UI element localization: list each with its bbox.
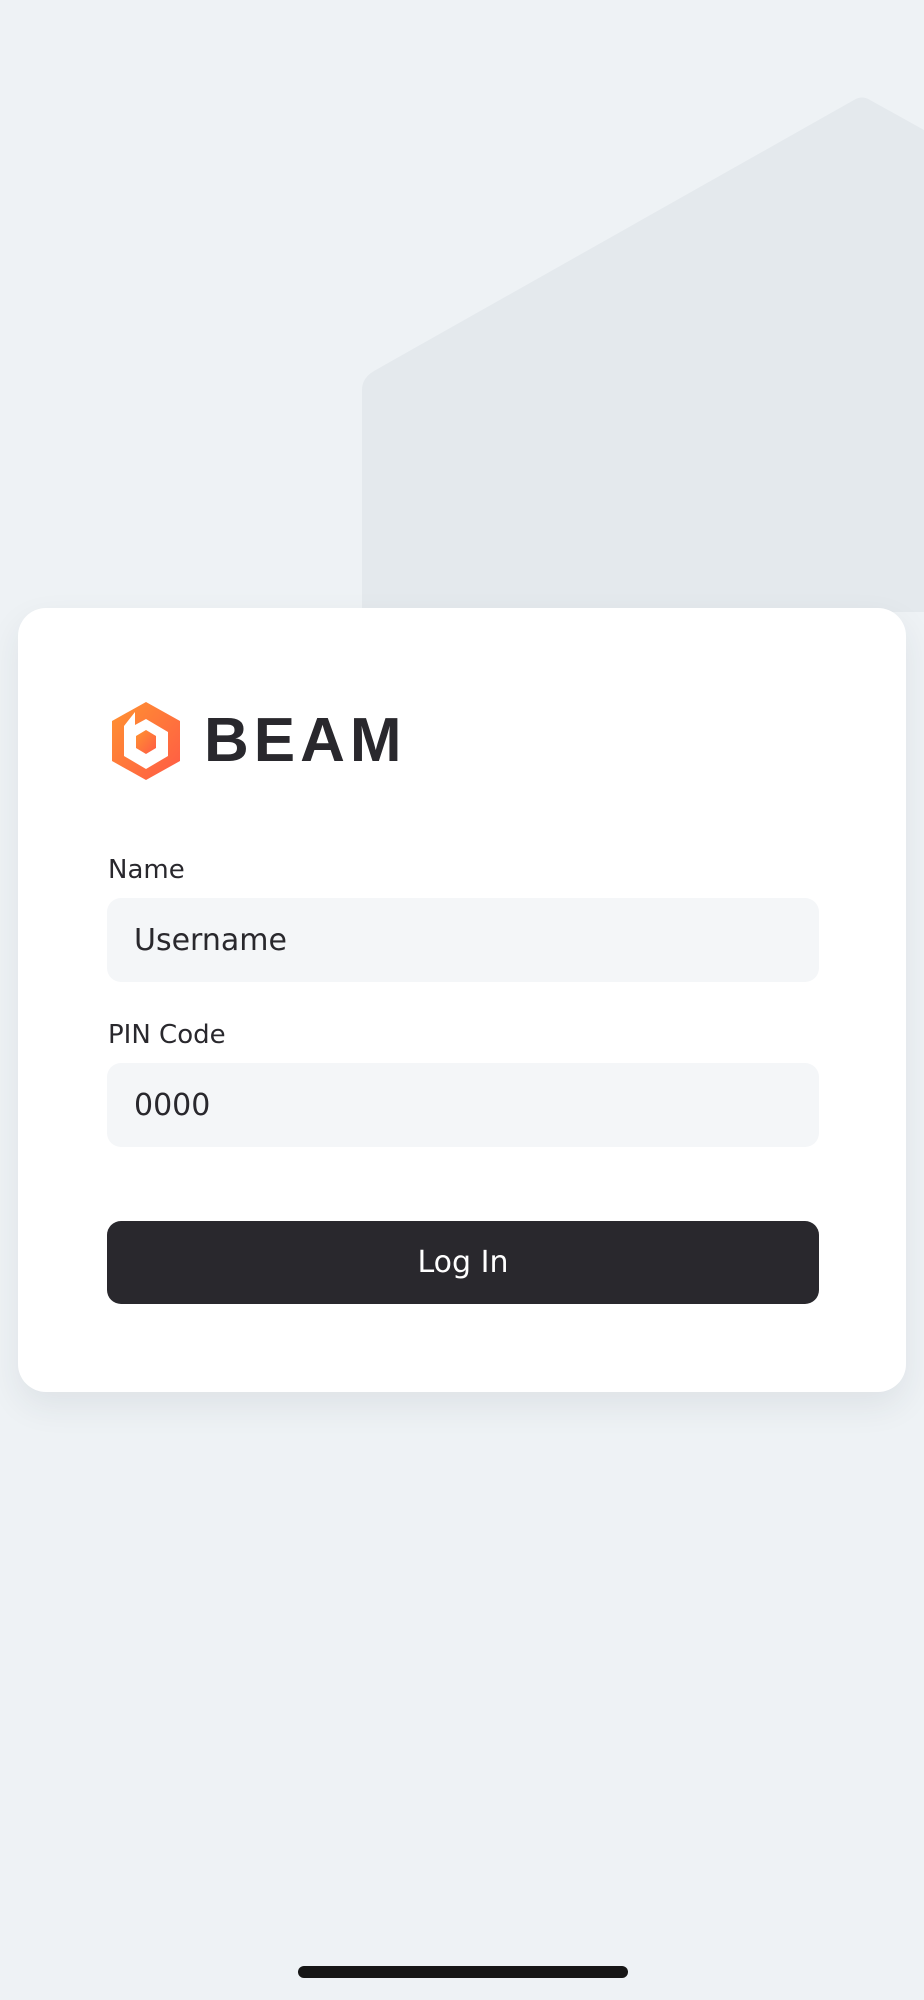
pin-code-label: PIN Code bbox=[108, 1020, 226, 1050]
login-button[interactable]: Log In bbox=[107, 1221, 819, 1304]
beam-hexagon-logo-icon bbox=[112, 702, 180, 780]
name-label: Name bbox=[108, 855, 185, 885]
login-card: BEAM Name PIN Code Log In bbox=[18, 608, 906, 1392]
brand-logo: BEAM bbox=[108, 696, 407, 786]
home-indicator bbox=[298, 1966, 628, 1978]
pin-code-input[interactable] bbox=[107, 1063, 819, 1147]
brand-name: BEAM bbox=[204, 706, 407, 775]
username-input[interactable] bbox=[107, 898, 819, 982]
login-screen: BEAM Name PIN Code Log In bbox=[0, 0, 924, 2000]
